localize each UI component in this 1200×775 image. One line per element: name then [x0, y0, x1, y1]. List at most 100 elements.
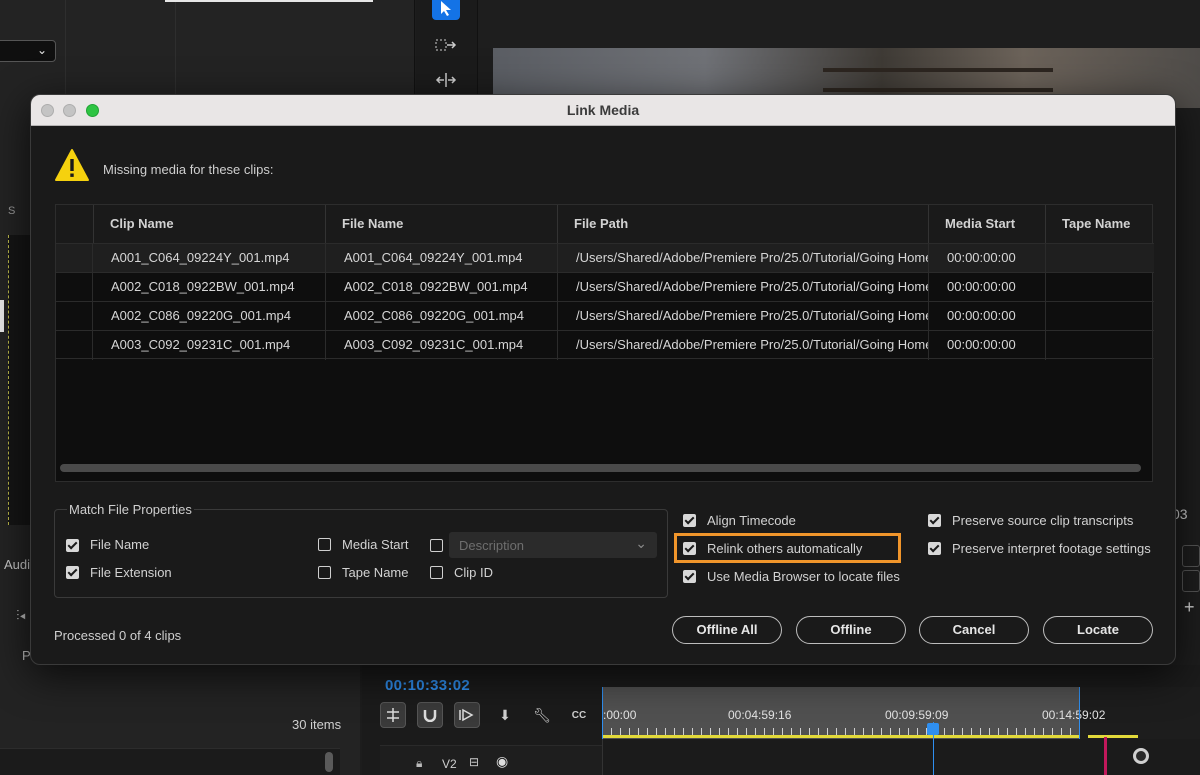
- search-bar-edge: [165, 0, 373, 2]
- cell-tape-name: [1045, 273, 1154, 302]
- offline-all-button[interactable]: Offline All: [672, 616, 782, 644]
- panel-edge: [0, 300, 4, 332]
- nest-icon: [387, 708, 399, 722]
- track-select-icon: [435, 39, 457, 51]
- tape-name-label[interactable]: Tape Name: [342, 565, 408, 580]
- table-row[interactable]: A003_C092_09231C_001.mp4 A003_C092_09231…: [56, 330, 1154, 360]
- cell-clip-name: A002_C018_0922BW_001.mp4: [92, 273, 325, 302]
- linked-selection-icon: [459, 708, 474, 722]
- ruler-label: :00:00: [603, 708, 637, 722]
- cell-file-path: /Users/Shared/Adobe/Premiere Pro/25.0/Tu…: [557, 331, 928, 360]
- column-header-clip-name[interactable]: Clip Name: [93, 205, 325, 243]
- use-media-browser-checkbox[interactable]: [683, 570, 696, 583]
- file-name-checkbox[interactable]: [66, 539, 79, 552]
- preserve-interpret-checkbox[interactable]: [928, 542, 941, 555]
- column-header-media-start[interactable]: Media Start: [928, 205, 1045, 243]
- monitor-control[interactable]: [1182, 570, 1200, 592]
- cell-tape-name: [1045, 331, 1154, 360]
- file-name-label[interactable]: File Name: [90, 537, 149, 552]
- snap-tool[interactable]: [417, 702, 443, 728]
- preserve-transcripts-label[interactable]: Preserve source clip transcripts: [952, 513, 1133, 528]
- monitor-control[interactable]: [1182, 545, 1200, 567]
- cell-tape-name: [1045, 244, 1154, 273]
- insert-overwrite-tool[interactable]: [380, 702, 406, 728]
- items-count: 30 items: [292, 717, 342, 732]
- chevron-down-icon: ⌄: [36, 43, 47, 57]
- track-select-tool[interactable]: [432, 33, 460, 57]
- video-shelf: [823, 88, 1053, 92]
- cancel-button[interactable]: Cancel: [919, 616, 1029, 644]
- sync-lock-icon[interactable]: ⊟: [469, 755, 479, 769]
- offline-button[interactable]: Offline: [796, 616, 906, 644]
- ripple-edit-tool[interactable]: [432, 68, 460, 92]
- lock-icon[interactable]: 🔒︎: [416, 756, 422, 771]
- linked-selection-tool[interactable]: [454, 702, 480, 728]
- ripple-edit-icon: [435, 73, 457, 87]
- media-start-label[interactable]: Media Start: [342, 537, 408, 552]
- marker-icon[interactable]: ⬇: [492, 702, 518, 728]
- align-timecode-checkbox[interactable]: [683, 514, 696, 527]
- missing-clips-table: Clip Name File Name File Path Media Star…: [55, 204, 1154, 482]
- use-media-browser-label[interactable]: Use Media Browser to locate files: [707, 569, 900, 584]
- ruler-label: 00:04:59:16: [728, 708, 792, 722]
- ruler-label: 00:14:59:02: [1042, 708, 1106, 722]
- cell-media-start: 00:00:00:00: [928, 273, 1045, 302]
- clip-id-checkbox[interactable]: [430, 566, 443, 579]
- captions-icon[interactable]: CC: [566, 702, 592, 728]
- scroll-knob[interactable]: [1133, 748, 1149, 764]
- link-media-dialog: Link Media Missing media for these clips…: [30, 94, 1176, 665]
- media-start-checkbox[interactable]: [318, 538, 331, 551]
- description-checkbox[interactable]: [430, 539, 443, 552]
- description-dropdown[interactable]: Description ⌄: [449, 532, 657, 558]
- file-extension-label[interactable]: File Extension: [90, 565, 172, 580]
- description-dropdown-value: Description: [459, 538, 525, 553]
- ruler-label: 00:09:59:09: [885, 708, 949, 722]
- work-area-bar[interactable]: [602, 735, 1080, 738]
- tape-name-checkbox[interactable]: [318, 566, 331, 579]
- track-header-v2: [380, 745, 602, 775]
- table-row[interactable]: A002_C018_0922BW_001.mp4 A002_C018_0922B…: [56, 272, 1154, 302]
- file-extension-checkbox[interactable]: [66, 566, 79, 579]
- table-row[interactable]: A002_C086_09220G_001.mp4 A002_C086_09220…: [56, 301, 1154, 331]
- selection-tool[interactable]: [432, 0, 460, 20]
- playhead-handle[interactable]: [927, 723, 939, 735]
- panel-letter: S: [8, 205, 16, 217]
- column-header-file-path[interactable]: File Path: [557, 205, 928, 243]
- cell-clip-name: A003_C092_09231C_001.mp4: [92, 331, 325, 360]
- audio-meter: [8, 235, 30, 525]
- cell-file-name: A001_C064_09224Y_001.mp4: [325, 244, 557, 273]
- column-header-tape-name[interactable]: Tape Name: [1045, 205, 1154, 243]
- preserve-interpret-label[interactable]: Preserve interpret footage settings: [952, 541, 1151, 556]
- arrow-pointer-icon: [441, 1, 451, 16]
- locate-button[interactable]: Locate: [1043, 616, 1153, 644]
- panel-divider: [175, 0, 176, 95]
- warning-icon: [55, 149, 89, 181]
- audio-tab-label[interactable]: Audi: [4, 557, 30, 572]
- track-divider: [602, 739, 603, 775]
- magnet-icon: [423, 710, 437, 722]
- cell-tape-name: [1045, 302, 1154, 331]
- eye-icon[interactable]: ◉: [496, 753, 508, 770]
- cell-file-name: A002_C018_0922BW_001.mp4: [325, 273, 557, 302]
- program-monitor-header: [478, 0, 1200, 48]
- work-area-bar[interactable]: [1088, 735, 1138, 738]
- panel-dropdown[interactable]: ⌄: [0, 40, 56, 62]
- column-header-file-name[interactable]: File Name: [325, 205, 557, 243]
- table-horizontal-scrollbar[interactable]: [60, 464, 1141, 472]
- timeline-timecode[interactable]: 00:10:33:02: [385, 677, 470, 694]
- cell-clip-name: A002_C086_09220G_001.mp4: [92, 302, 325, 331]
- cell-clip-name: A001_C064_09224Y_001.mp4: [92, 244, 325, 273]
- bin-scrollbar[interactable]: [0, 748, 340, 775]
- match-file-properties-legend: Match File Properties: [67, 502, 194, 517]
- tool-icon[interactable]: ⫶◂: [16, 607, 26, 624]
- wrench-icon[interactable]: 🔧︎: [529, 702, 555, 728]
- clip-id-label[interactable]: Clip ID: [454, 565, 493, 580]
- align-timecode-label[interactable]: Align Timecode: [707, 513, 796, 528]
- cell-file-name: A003_C092_09231C_001.mp4: [325, 331, 557, 360]
- bin-scroll-thumb[interactable]: [325, 752, 333, 772]
- preserve-transcripts-checkbox[interactable]: [928, 514, 941, 527]
- add-button-icon[interactable]: +: [1184, 597, 1195, 618]
- panel-divider: [65, 0, 66, 95]
- table-row[interactable]: A001_C064_09224Y_001.mp4 A001_C064_09224…: [56, 243, 1154, 273]
- cell-media-start: 00:00:00:00: [928, 331, 1045, 360]
